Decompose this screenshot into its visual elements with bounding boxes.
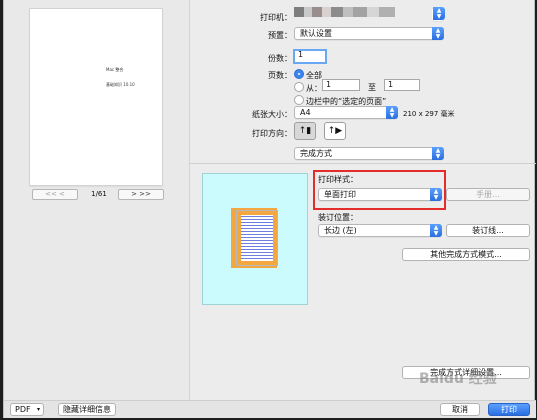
pages-from-field[interactable]: 1 [322,79,360,91]
orientation-label: 打印方向： [252,129,292,138]
chevron-updown-icon: ▲ ▼ [386,106,398,119]
pages-label: 页数： [268,71,292,80]
page-preview: Mac 整合 基础知识 10.10 [30,9,162,185]
binding-position-label: 装订位置： [318,213,358,222]
pages-all-radio[interactable] [294,69,304,79]
finishing-preview [202,173,308,305]
landscape-orientation-button[interactable]: ↑▶ [324,122,346,140]
chevron-updown-icon: ▲ ▼ [433,7,445,20]
binding-line-button[interactable]: 装订线... [446,224,530,237]
presets-popup[interactable]: 默认设置 ▲ ▼ [294,27,444,40]
presets-value: 默认设置 [300,29,332,38]
paper-size-popup[interactable]: A4 ▲ ▼ [294,106,398,119]
pdf-menu-button[interactable]: PDF ▾ [10,403,44,416]
cancel-button[interactable]: 取消 [440,403,480,416]
printer-label: 打印机： [260,13,292,22]
section-divider [190,163,536,164]
hide-details-button[interactable]: 隐藏详细信息 [58,403,116,416]
presets-label: 预置： [268,31,292,40]
other-finishing-button[interactable]: 其他完成方式模式... [402,248,530,261]
chevron-down-icon: ▾ [36,406,40,413]
chevron-updown-icon: ▲ ▼ [432,27,444,40]
page-indicator: 1/61 [91,190,107,198]
printer-name-obscured[interactable] [294,5,418,19]
thumb-title-line-1: Mac 整合 [106,67,124,72]
watermark: Baidu 经验 [419,371,497,387]
prev-page-button[interactable]: << < [32,189,78,200]
printer-popup[interactable]: ▲ ▼ [432,7,445,21]
pages-all-label: 全部 [306,71,322,80]
thumb-title: Mac 整合 基础知识 10.10 [106,57,135,97]
manual-button[interactable]: 手册... [446,188,530,201]
pages-selection-radio[interactable] [294,95,304,105]
paper-dimensions: 210 x 297 毫米 [403,110,455,118]
document-icon [231,208,278,268]
pages-to-field[interactable]: 1 [384,79,420,91]
chevron-updown-icon: ▲ ▼ [430,224,442,237]
section-value: 完成方式 [300,149,332,158]
binding-position-popup[interactable]: 长边 (左) ▲ ▼ [318,224,442,237]
pdf-label: PDF [15,405,31,414]
landscape-icon: ↑▶ [327,126,343,136]
paper-size-value: A4 [300,108,311,117]
copies-label: 份数： [268,54,292,63]
thumb-title-line-2: 基础知识 10.10 [106,82,135,87]
portrait-orientation-button[interactable]: ↑▮ [294,122,316,140]
binding-position-value: 长边 (左) [324,226,357,235]
pages-to-label: 至 [368,83,376,92]
paper-size-label: 纸张大小： [252,110,292,119]
pages-range-radio[interactable] [294,82,304,92]
bottom-bar: PDF ▾ 隐藏详细信息 取消 打印 [4,400,536,418]
next-page-button[interactable]: > >> [118,189,164,200]
chevron-updown-icon: ▲ ▼ [432,147,444,160]
pages-from-label: 从： [306,84,322,93]
print-button[interactable]: 打印 [488,403,530,416]
copies-field[interactable]: 1 [293,49,327,64]
preview-pane: Mac 整合 基础知识 10.10 << < 1/61 > >> [4,0,190,400]
annotation-highlight-box [313,170,446,210]
portrait-icon: ↑▮ [298,126,312,136]
section-popup[interactable]: 完成方式 ▲ ▼ [294,147,444,160]
print-dialog: Mac 整合 基础知识 10.10 << < 1/61 > >> 打印机： ▲ ▼… [3,0,536,418]
